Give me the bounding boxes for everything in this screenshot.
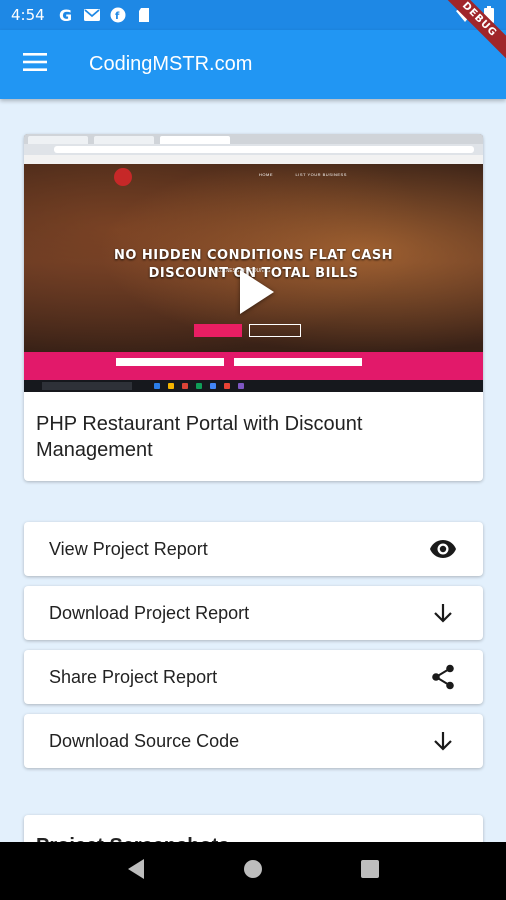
status-bar: 4:54 G f (0, 0, 506, 30)
hero-line-1: NO HIDDEN CONDITIONS FLAT CASH (113, 248, 394, 263)
taskbar-image (24, 380, 483, 392)
app-title: CodingMSTR.com (89, 53, 253, 75)
arrow-down-icon (428, 598, 458, 628)
google-icon: G (57, 7, 75, 23)
home-button[interactable] (233, 851, 273, 891)
browser-chrome-image (24, 134, 483, 164)
play-icon[interactable] (240, 270, 274, 314)
svg-text:G: G (59, 7, 72, 23)
download-source-code-button[interactable]: Download Source Code (24, 714, 483, 768)
home-circle-icon (243, 859, 263, 884)
eye-icon (428, 534, 458, 564)
svg-text:f: f (115, 11, 120, 22)
action-label: Download Project Report (49, 602, 250, 623)
action-label: View Project Report (49, 538, 208, 559)
action-label: Share Project Report (49, 666, 218, 687)
restaurant-hero-image: HOME LIST YOUR BUSINESS BUSINESS DISCOUN… (24, 164, 483, 382)
recents-button[interactable] (350, 851, 390, 891)
menu-button[interactable] (0, 30, 70, 99)
app-notification-icon: f (109, 7, 127, 23)
arrow-down-icon (428, 726, 458, 756)
download-project-report-button[interactable]: Download Project Report (24, 586, 483, 640)
back-triangle-icon (126, 858, 146, 885)
back-button[interactable] (116, 851, 156, 891)
gmail-icon (83, 7, 101, 23)
sd-card-icon (135, 7, 153, 23)
project-video-thumbnail[interactable]: HOME LIST YOUR BUSINESS BUSINESS DISCOUN… (24, 134, 483, 392)
app-bar: CodingMSTR.com (0, 30, 506, 99)
project-title: PHP Restaurant Portal with Discount Mana… (36, 413, 363, 461)
recents-square-icon (360, 859, 379, 883)
share-icon (428, 662, 458, 692)
hamburger-menu-icon (23, 53, 47, 76)
status-time: 4:54 (11, 6, 45, 24)
action-label: Download Source Code (49, 730, 240, 751)
share-project-report-button[interactable]: Share Project Report (24, 650, 483, 704)
system-navigation-bar (0, 842, 506, 900)
status-notification-icons: G f (57, 7, 153, 23)
view-project-report-button[interactable]: View Project Report (24, 522, 483, 576)
project-card[interactable]: HOME LIST YOUR BUSINESS BUSINESS DISCOUN… (24, 134, 483, 481)
